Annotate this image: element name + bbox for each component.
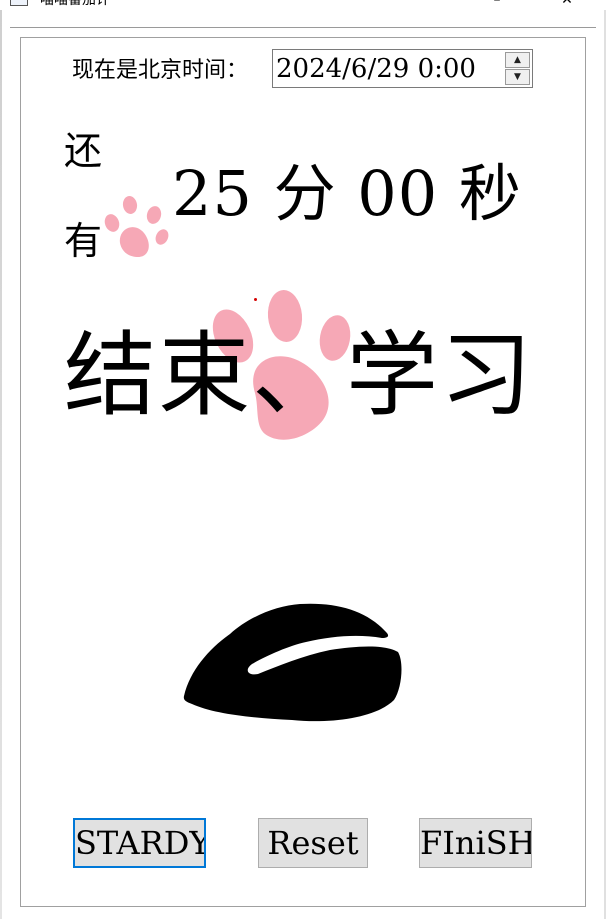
- datetime-picker[interactable]: 2024/6/29 0:00 ▲ ▼: [272, 49, 533, 88]
- slogan-text: 结束、学习: [64, 322, 535, 429]
- title-divider: [10, 27, 596, 28]
- red-dot-mark: [254, 298, 257, 301]
- spin-up-button[interactable]: ▲: [505, 52, 530, 68]
- remaining-label-line1: 还: [64, 129, 103, 173]
- black-blob-shape: [183, 603, 402, 722]
- stardy-button[interactable]: STARDY: [73, 818, 206, 868]
- minimize-icon[interactable]: –: [482, 0, 512, 8]
- countdown-display: 25 分 00 秒: [172, 157, 522, 230]
- window-left-edge: [0, 10, 2, 919]
- title-bar: 喵喵番茄计 – ✕: [0, 0, 606, 10]
- reset-button[interactable]: Reset: [258, 818, 368, 868]
- datetime-spinner[interactable]: ▲ ▼: [505, 52, 530, 85]
- window-title: 喵喵番茄计: [40, 0, 110, 8]
- datetime-value[interactable]: 2024/6/29 0:00: [276, 53, 476, 85]
- remaining-label-line2: 有: [64, 219, 103, 263]
- finish-button[interactable]: FIniSH: [419, 818, 532, 868]
- beijing-time-label: 现在是北京时间：: [72, 58, 249, 83]
- app-icon: [10, 0, 28, 6]
- close-icon[interactable]: ✕: [552, 0, 582, 8]
- spin-down-button[interactable]: ▼: [505, 69, 530, 85]
- paw-icon: [104, 196, 169, 257]
